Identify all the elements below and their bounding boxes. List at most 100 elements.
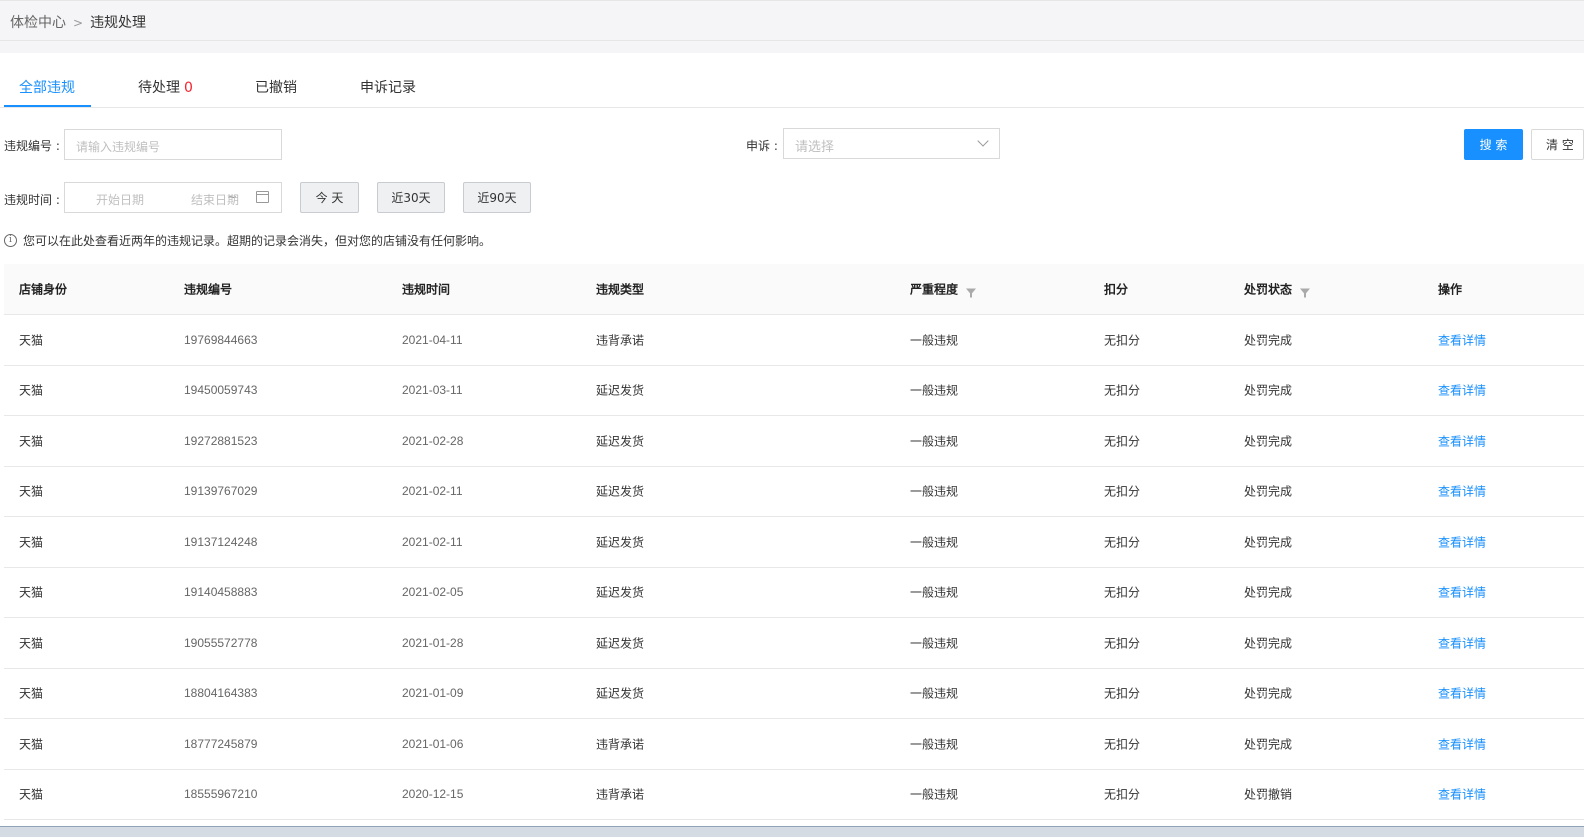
view-details-link[interactable]: 查看详情 (1438, 331, 1486, 348)
cell-severity: 一般违规 (910, 636, 959, 651)
cell-violation-time: 2020-12-15 (402, 787, 464, 802)
cell-violation-time: 2021-02-11 (402, 534, 463, 549)
cell-violation-type: 延迟发货 (596, 686, 645, 701)
search-button[interactable]: 搜 索 (1464, 129, 1523, 160)
table-row: 天猫 19140458883 2021-02-05 延迟发货 一般违规 无扣分 处罚完成 查看… (4, 568, 1584, 618)
chevron-down-icon (977, 135, 989, 147)
view-details-link[interactable]: 查看详情 (1438, 483, 1486, 500)
header-severity: 严重程度 (910, 281, 977, 298)
top-bar: 体检中心 > 违规处理 (0, 0, 1584, 41)
cell-violation-no: 19450059743 (184, 383, 258, 398)
table-row: 天猫 19450059743 2021-03-11 延迟发货 一般违规 无扣分 处罚完成 查看… (4, 366, 1584, 416)
cell-penalty-status: 处罚完成 (1244, 333, 1293, 348)
bottom-scrollbar[interactable] (0, 826, 1584, 837)
header-penalty-status: 处罚状态 (1244, 281, 1311, 298)
clear-button[interactable]: 清 空 (1531, 129, 1584, 160)
table-row: 天猫 19769844663 2021-04-11 违背承诺 一般违规 无扣分 处罚完成 查看… (4, 315, 1584, 366)
cell-severity: 一般违规 (910, 585, 959, 600)
header-violation-no: 违规编号 (184, 282, 233, 297)
cell-severity: 一般违规 (910, 535, 959, 550)
cell-deduction: 无扣分 (1104, 484, 1141, 499)
cell-severity: 一般违规 (910, 333, 959, 348)
view-details-link[interactable]: 查看详情 (1438, 634, 1486, 651)
cell-violation-no: 19769844663 (184, 332, 258, 347)
cell-violation-type: 违背承诺 (596, 787, 645, 802)
cell-violation-no: 19137124248 (184, 534, 258, 549)
date-range-picker[interactable]: 开始日期 ~ 结束日期 (64, 182, 282, 213)
view-details-link[interactable]: 查看详情 (1438, 432, 1486, 449)
table-row: 天猫 18804164383 2021-01-09 延迟发货 一般违规 无扣分 处罚完成 查看… (4, 669, 1584, 719)
cell-penalty-status: 处罚完成 (1244, 737, 1293, 752)
cell-shop-identity: 天猫 (19, 535, 44, 550)
cell-violation-time: 2021-03-11 (402, 383, 463, 398)
cell-violation-time: 2021-02-05 (402, 585, 464, 600)
breadcrumb: 体检中心 > 违规处理 (10, 12, 146, 32)
tab-all-violations[interactable]: 全部违规 (19, 77, 75, 97)
cell-violation-time: 2021-02-28 (402, 433, 464, 448)
cell-violation-no: 18804164383 (184, 686, 258, 701)
violation-no-input[interactable]: 请输入违规编号 (64, 129, 282, 160)
info-circle-icon: i (4, 234, 17, 247)
breadcrumb-parent[interactable]: 体检中心 (10, 15, 66, 31)
appeal-select[interactable]: 请选择 (783, 128, 1000, 159)
table-body: 天猫 19769844663 2021-04-11 违背承诺 一般违规 无扣分 处罚完成 查看… (4, 315, 1584, 820)
table-row: 天猫 18777245879 2021-01-06 违背承诺 一般违规 无扣分 处罚完成 查看… (4, 719, 1584, 770)
cell-deduction: 无扣分 (1104, 636, 1141, 651)
cell-violation-type: 延迟发货 (596, 585, 645, 600)
end-date-input[interactable]: 结束日期 (191, 191, 239, 208)
header-gap (0, 41, 1584, 53)
start-date-input[interactable]: 开始日期 (96, 191, 144, 208)
cell-penalty-status: 处罚完成 (1244, 434, 1293, 449)
calendar-icon (256, 191, 269, 203)
last-30-days-button[interactable]: 近30天 (377, 182, 445, 213)
tab-pending[interactable]: 待处理 0 (138, 77, 193, 97)
cell-violation-time: 2021-01-28 (402, 635, 464, 650)
cell-penalty-status: 处罚完成 (1244, 686, 1293, 701)
view-details-link[interactable]: 查看详情 (1438, 584, 1486, 601)
cell-severity: 一般违规 (910, 434, 959, 449)
cell-deduction: 无扣分 (1104, 383, 1141, 398)
view-details-link[interactable]: 查看详情 (1438, 382, 1486, 399)
cell-violation-type: 延迟发货 (596, 383, 645, 398)
appeal-label: 申诉 : (746, 139, 778, 153)
cell-violation-type: 延迟发货 (596, 484, 645, 499)
cell-shop-identity: 天猫 (19, 636, 44, 651)
active-tab-indicator (4, 105, 91, 107)
filter-icon[interactable] (966, 288, 977, 297)
cell-violation-no: 18555967210 (184, 787, 258, 802)
view-details-link[interactable]: 查看详情 (1438, 735, 1486, 752)
tab-appeal-records[interactable]: 申诉记录 (360, 77, 416, 97)
cell-deduction: 无扣分 (1104, 585, 1141, 600)
cell-deduction: 无扣分 (1104, 333, 1141, 348)
violations-table: 店铺身份 违规编号 违规时间 违规类型 严重程度 扣分 处罚状态 操作 天猫 19… (4, 264, 1584, 820)
cell-penalty-status: 处罚完成 (1244, 585, 1293, 600)
cell-violation-no: 19139767029 (184, 484, 258, 499)
cell-shop-identity: 天猫 (19, 484, 44, 499)
cell-penalty-status: 处罚完成 (1244, 383, 1293, 398)
cell-shop-identity: 天猫 (19, 686, 44, 701)
cell-violation-type: 违背承诺 (596, 333, 645, 348)
cell-violation-type: 延迟发货 (596, 535, 645, 550)
cell-violation-time: 2021-02-11 (402, 484, 463, 499)
cell-shop-identity: 天猫 (19, 737, 44, 752)
view-details-link[interactable]: 查看详情 (1438, 533, 1486, 550)
cell-shop-identity: 天猫 (19, 383, 44, 398)
view-details-link[interactable]: 查看详情 (1438, 786, 1486, 803)
appeal-placeholder: 请选择 (795, 140, 835, 155)
tab-revoked[interactable]: 已撤销 (255, 77, 297, 97)
cell-penalty-status: 处罚完成 (1244, 535, 1293, 550)
cell-violation-type: 延迟发货 (596, 434, 645, 449)
cell-shop-identity: 天猫 (19, 434, 44, 449)
violation-no-placeholder: 请输入违规编号 (76, 140, 161, 154)
today-button[interactable]: 今 天 (300, 182, 359, 213)
header-shop-identity: 店铺身份 (19, 282, 68, 297)
notice: i 您可以在此处查看近两年的违规记录。超期的记录会消失，但对您的店铺没有任何影响… (4, 232, 491, 249)
violation-no-label: 违规编号 : (4, 139, 60, 153)
table-row: 天猫 19055572778 2021-01-28 延迟发货 一般违规 无扣分 处罚完成 查看… (4, 618, 1584, 669)
header-violation-time: 违规时间 (402, 282, 451, 297)
last-90-days-button[interactable]: 近90天 (463, 182, 531, 213)
table-row: 天猫 19272881523 2021-02-28 延迟发货 一般违规 无扣分 处罚完成 查看… (4, 416, 1584, 467)
view-details-link[interactable]: 查看详情 (1438, 685, 1486, 702)
table-header: 店铺身份 违规编号 违规时间 违规类型 严重程度 扣分 处罚状态 操作 (4, 264, 1584, 315)
filter-icon[interactable] (1300, 288, 1311, 297)
